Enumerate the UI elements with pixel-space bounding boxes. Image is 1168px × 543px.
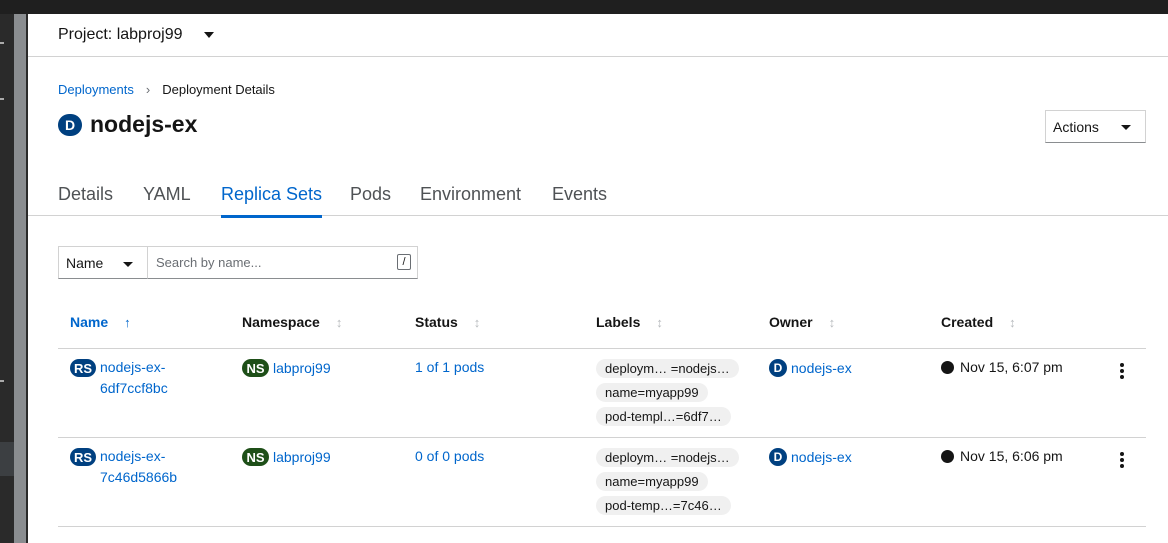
created-cell: Nov 15, 6:07 pm [941, 359, 1063, 375]
tab-pods[interactable]: Pods [350, 184, 391, 215]
replica-set-badge: RS [70, 448, 96, 466]
created-cell: Nov 15, 6:06 pm [941, 448, 1063, 464]
column-header-label: Created [941, 314, 994, 330]
sort-icon: ↕ [828, 314, 836, 330]
tab-yaml[interactable]: YAML [143, 184, 191, 215]
owner-cell: D nodejs-ex [769, 359, 852, 377]
table-row: RS nodejs-ex-6df7ccf8bc NS labproj99 1 o… [58, 349, 1146, 438]
created-timestamp: Nov 15, 6:07 pm [960, 359, 1063, 375]
pod-status-link[interactable]: 1 of 1 pods [415, 359, 484, 375]
filter-type-label: Name [66, 255, 104, 271]
tab-bar: Details YAML Replica Sets Pods Environme… [28, 172, 1168, 218]
namespace-link[interactable]: labproj99 [273, 449, 331, 465]
column-header-created[interactable]: Created ↕ [941, 314, 1016, 330]
top-bar [0, 0, 1168, 14]
nav-tick [0, 42, 4, 44]
namespace-badge: NS [242, 359, 269, 377]
table-header: Name ↑ Namespace ↕ Status ↕ Labels ↕ Own… [58, 304, 1146, 349]
column-header-status[interactable]: Status ↕ [415, 314, 480, 330]
label-chip[interactable]: name=myapp99 [596, 383, 708, 402]
owner-link[interactable]: nodejs-ex [791, 449, 852, 465]
left-nav [0, 14, 28, 543]
chevron-right-icon: › [145, 82, 151, 97]
caret-down-icon [1121, 125, 1131, 130]
globe-icon [941, 360, 954, 374]
caret-down-icon[interactable] [204, 32, 214, 38]
table-row: RS nodejs-ex-7c46d5866b NS labproj99 0 o… [58, 438, 1146, 527]
column-header-label: Labels [596, 314, 641, 330]
namespace-badge: NS [242, 448, 269, 466]
created-timestamp: Nov 15, 6:06 pm [960, 448, 1063, 464]
tab-replica-sets[interactable]: Replica Sets [221, 184, 323, 218]
search-input[interactable] [148, 247, 378, 277]
column-header-label: Namespace [242, 314, 320, 330]
replica-set-name-cell: RS nodejs-ex-7c46d5866b [70, 448, 190, 488]
keyboard-shortcut-hint: / [397, 254, 411, 270]
page-title: D nodejs-ex [58, 111, 197, 138]
replica-set-name-cell: RS nodejs-ex-6df7ccf8bc [70, 359, 190, 399]
project-bar: Project: labproj99 [28, 14, 1168, 57]
label-chip[interactable]: pod-templ…=6df7… [596, 407, 731, 426]
breadcrumb: Deployments › Deployment Details [58, 82, 275, 97]
deployment-badge: D [58, 113, 82, 136]
status-cell: 0 of 0 pods [415, 448, 484, 464]
labels-cell: deploym… =nodejs… name=myapp99 pod-templ… [596, 359, 739, 426]
column-header-name[interactable]: Name ↑ [70, 314, 131, 330]
caret-down-icon [123, 262, 133, 267]
owner-cell: D nodejs-ex [769, 448, 852, 466]
labels-cell: deploym… =nodejs… name=myapp99 pod-temp…… [596, 448, 739, 515]
namespace-link[interactable]: labproj99 [273, 360, 331, 376]
resource-name: nodejs-ex [90, 111, 198, 137]
owner-link[interactable]: nodejs-ex [791, 360, 852, 376]
replica-sets-table: Name ↑ Namespace ↕ Status ↕ Labels ↕ Own… [58, 304, 1146, 527]
replica-set-link[interactable]: nodejs-ex-6df7ccf8bc [100, 357, 190, 399]
column-header-label: Name [70, 314, 109, 330]
nav-selected-item[interactable] [0, 442, 14, 476]
breadcrumb-deployments-link[interactable]: Deployments [58, 82, 134, 97]
sort-icon: ↕ [473, 314, 481, 330]
label-chip[interactable]: pod-temp…=7c46… [596, 496, 731, 515]
filter-type-select[interactable]: Name [58, 246, 148, 279]
pod-status-link[interactable]: 0 of 0 pods [415, 448, 484, 464]
actions-dropdown[interactable]: Actions [1045, 110, 1146, 143]
breadcrumb-current: Deployment Details [162, 82, 275, 97]
column-header-label: Status [415, 314, 458, 330]
namespace-cell: NS labproj99 [242, 448, 331, 466]
label-chip[interactable]: name=myapp99 [596, 472, 708, 491]
project-selector[interactable]: Project: labproj99 [58, 26, 183, 44]
nav-tick [0, 98, 4, 100]
sort-ascending-icon: ↑ [124, 314, 131, 330]
replica-set-link[interactable]: nodejs-ex-7c46d5866b [100, 446, 190, 488]
column-header-label: Owner [769, 314, 813, 330]
filter-toolbar: Name / [58, 246, 418, 279]
tab-environment[interactable]: Environment [420, 184, 521, 215]
sort-icon: ↕ [1009, 314, 1016, 330]
search-box: / [148, 246, 418, 279]
kebab-icon[interactable] [1120, 363, 1124, 381]
deployment-badge: D [769, 359, 787, 377]
column-header-owner[interactable]: Owner ↕ [769, 314, 835, 330]
replica-set-badge: RS [70, 359, 96, 377]
namespace-cell: NS labproj99 [242, 359, 331, 377]
status-cell: 1 of 1 pods [415, 359, 484, 375]
tab-details[interactable]: Details [58, 184, 113, 215]
label-chip[interactable]: deploym… =nodejs… [596, 448, 739, 467]
main-content: Project: labproj99 Deployments › Deploym… [28, 14, 1168, 543]
kebab-icon[interactable] [1120, 452, 1124, 470]
sort-icon: ↕ [335, 314, 343, 330]
nav-scrollbar[interactable] [14, 14, 26, 543]
nav-tick [0, 380, 4, 382]
sort-icon: ↕ [656, 314, 663, 330]
column-header-labels[interactable]: Labels ↕ [596, 314, 663, 330]
column-header-namespace[interactable]: Namespace ↕ [242, 314, 342, 330]
actions-label: Actions [1053, 119, 1099, 135]
label-chip[interactable]: deploym… =nodejs… [596, 359, 739, 378]
tab-events[interactable]: Events [552, 184, 607, 215]
globe-icon [941, 449, 954, 463]
deployment-badge: D [769, 448, 787, 466]
